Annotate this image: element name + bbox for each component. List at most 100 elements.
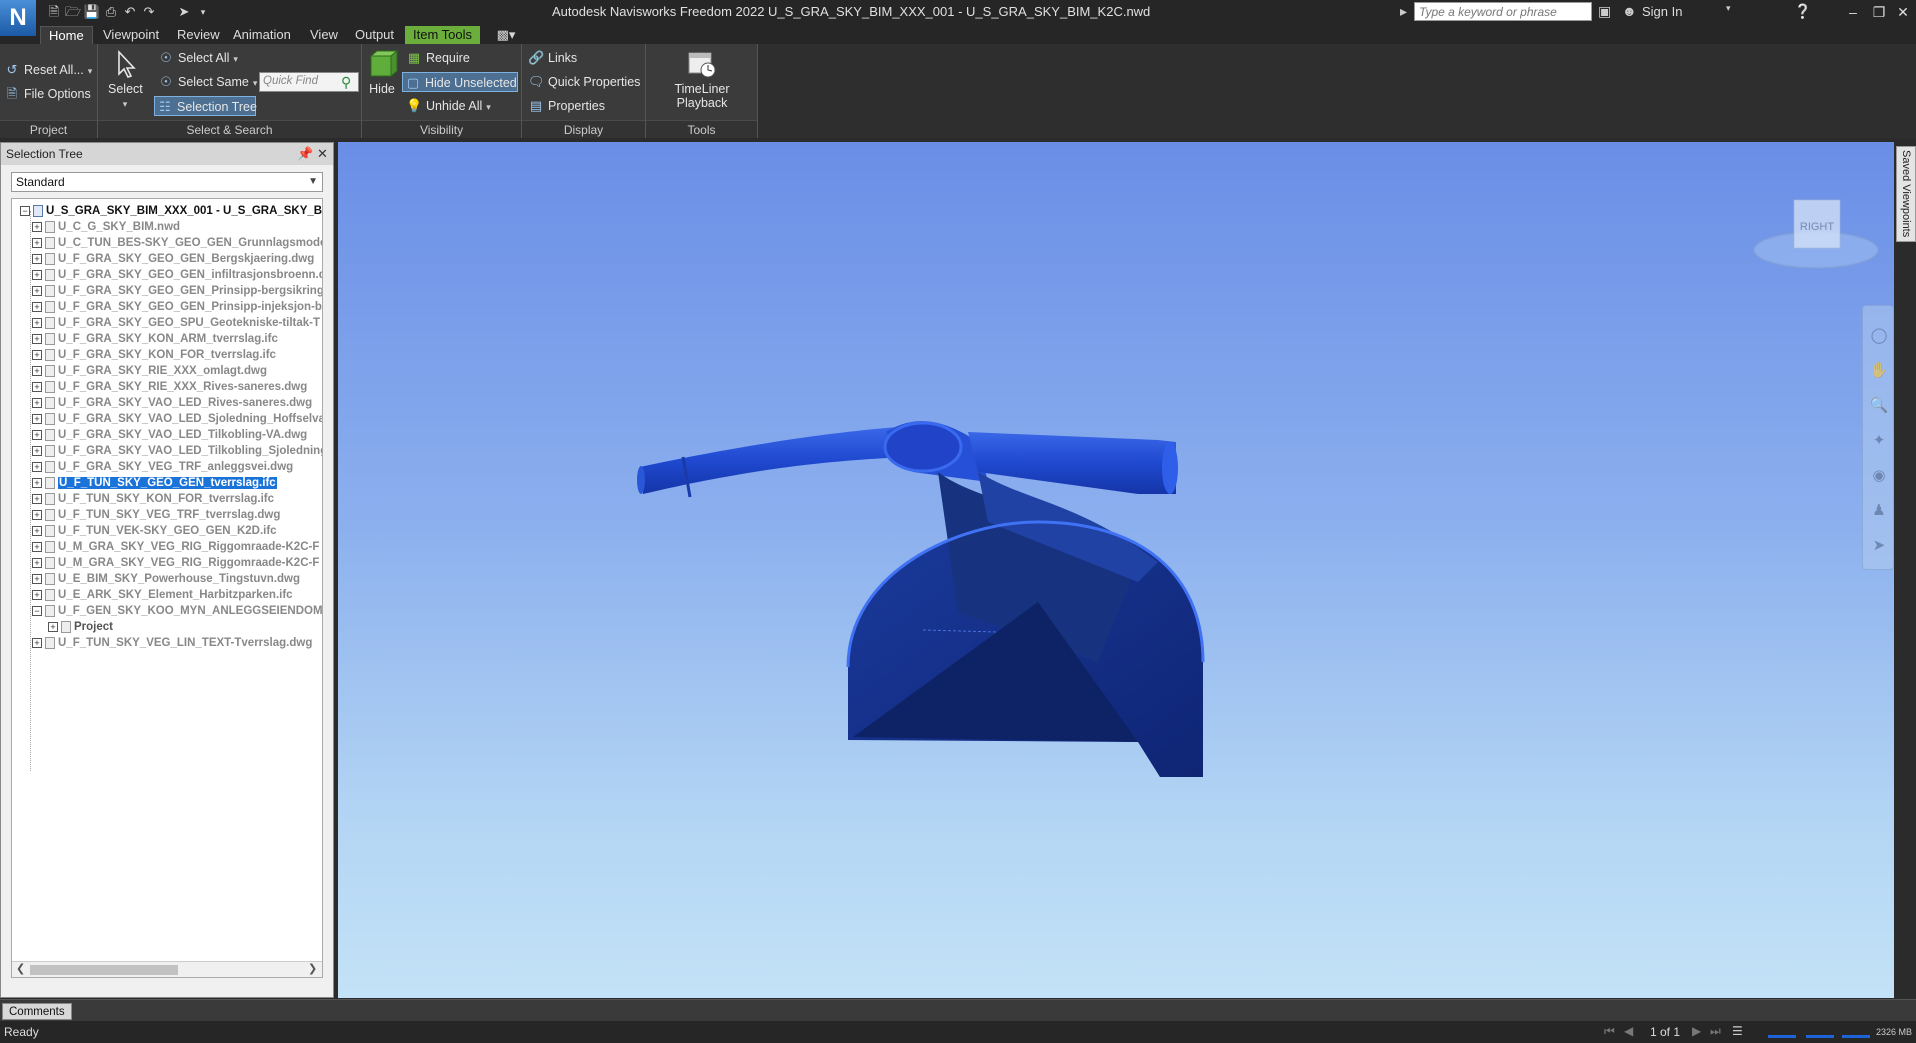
tree-item[interactable]: + U_M_GRA_SKY_VEG_RIG_Riggomraade-K2C-F: [32, 539, 319, 555]
print-icon[interactable]: ⎙: [101, 3, 121, 21]
expand-icon[interactable]: +: [32, 397, 42, 408]
hide-unselected-button[interactable]: ▢ Hide Unselected: [402, 72, 518, 92]
selection-tree-button[interactable]: ☷ Selection Tree: [154, 96, 257, 116]
new-file-icon[interactable]: 🗎: [44, 3, 64, 21]
tab-animation[interactable]: Animation: [225, 26, 299, 44]
properties-button[interactable]: ▤ Properties: [526, 96, 605, 116]
steering-wheel-icon[interactable]: ◯: [1869, 326, 1889, 346]
expand-icon[interactable]: +: [32, 333, 42, 344]
user-icon[interactable]: ☻: [1622, 3, 1637, 19]
expand-icon[interactable]: +: [32, 493, 42, 504]
expand-icon[interactable]: +: [32, 381, 42, 392]
quick-find-search-icon[interactable]: ⚲: [341, 74, 351, 91]
collapse-icon[interactable]: −: [32, 605, 42, 616]
viewcube[interactable]: RIGHT: [1753, 190, 1883, 275]
application-menu-button[interactable]: N: [0, 0, 36, 36]
3d-viewport[interactable]: [338, 142, 1894, 998]
tree-item[interactable]: + U_F_GRA_SKY_GEO_GEN_infiltrasjonsbroenn…: [32, 267, 322, 283]
tree-item[interactable]: + U_F_GRA_SKY_KON_FOR_tverrslag.ifc: [32, 347, 276, 363]
tree-item[interactable]: + U_F_TUN_VEK-SKY_GEO_GEN_K2D.ifc: [32, 523, 277, 539]
sign-in-dropdown-icon[interactable]: ▾: [1726, 3, 1731, 14]
open-file-icon[interactable]: 🗁: [63, 3, 83, 21]
tree-item[interactable]: + U_F_GRA_SKY_RIE_XXX_omlagt.dwg: [32, 363, 267, 379]
tree-item[interactable]: + U_F_GRA_SKY_VAO_LED_Tilkobling-VA.dwg: [32, 427, 307, 443]
links-button[interactable]: 🔗 Links: [526, 48, 577, 68]
timeliner-playback-button[interactable]: TimeLiner Playback: [648, 48, 756, 110]
sign-in-button[interactable]: Sign In: [1642, 4, 1682, 19]
expand-icon[interactable]: +: [32, 269, 42, 280]
tree-item[interactable]: + Project: [48, 619, 113, 635]
require-button[interactable]: ▦ Require: [404, 48, 470, 68]
tree-item[interactable]: + U_F_GRA_SKY_VAO_LED_Rives-saneres.dwg: [32, 395, 312, 411]
expand-icon[interactable]: +: [32, 461, 42, 472]
tree-item[interactable]: + U_F_GRA_SKY_RIE_XXX_Rives-saneres.dwg: [32, 379, 307, 395]
hide-button[interactable]: Hide: [366, 48, 398, 96]
last-sheet-icon[interactable]: ⏭: [1710, 1024, 1721, 1039]
expand-icon[interactable]: +: [32, 477, 42, 488]
expand-icon[interactable]: +: [32, 237, 42, 248]
saved-viewpoints-tab[interactable]: Saved Viewpoints: [1896, 146, 1916, 242]
restore-icon[interactable]: ❐: [1866, 2, 1892, 22]
expand-icon[interactable]: +: [32, 253, 42, 264]
tree-item[interactable]: + U_E_ARK_SKY_Element_Harbitzparken.ifc: [32, 587, 293, 603]
look-icon[interactable]: ◉: [1869, 466, 1889, 486]
select-all-button[interactable]: ☉ Select All ▾: [156, 48, 238, 68]
minimize-icon[interactable]: –: [1840, 2, 1866, 22]
unhide-all-button[interactable]: 💡 Unhide All ▾: [404, 96, 491, 116]
zoom-icon[interactable]: 🔍: [1869, 396, 1889, 416]
tab-item-tools[interactable]: Item Tools: [405, 26, 481, 44]
select-cursor-icon[interactable]: ➤: [174, 3, 194, 21]
expand-icon[interactable]: +: [32, 557, 42, 568]
tree-item[interactable]: + U_F_TUN_SKY_VEG_TRF_tverrslag.dwg: [32, 507, 280, 523]
ribbon-options-icon[interactable]: ▩▾: [496, 26, 516, 44]
expand-icon[interactable]: +: [32, 365, 42, 376]
redo-icon[interactable]: ↷: [139, 3, 159, 21]
expand-icon[interactable]: +: [32, 541, 42, 552]
reset-all-button[interactable]: ↺ Reset All... ▾: [2, 60, 93, 80]
walk-icon[interactable]: ♟: [1869, 501, 1889, 521]
tree-item[interactable]: + U_F_GRA_SKY_GEO_GEN_Prinsipp-injeksjon-…: [32, 299, 322, 315]
tree-item[interactable]: + U_E_BIM_SKY_Powerhouse_Tingstuvn.dwg: [32, 571, 300, 587]
undo-icon[interactable]: ↶: [120, 3, 140, 21]
tab-output[interactable]: Output: [347, 26, 402, 44]
comments-tab[interactable]: Comments: [2, 1003, 72, 1020]
tab-viewpoint[interactable]: Viewpoint: [95, 26, 167, 44]
next-sheet-icon[interactable]: ▶: [1692, 1024, 1701, 1038]
orbit-icon[interactable]: ✦: [1869, 431, 1889, 451]
tree-item[interactable]: + U_F_GRA_SKY_GEO_GEN_Prinsipp-bergsikrin…: [32, 283, 322, 299]
select-button[interactable]: Select ▾: [108, 48, 143, 110]
tree-item[interactable]: + U_F_GRA_SKY_GEO_SPU_Geotekniske-tiltak-…: [32, 315, 320, 331]
expand-icon[interactable]: +: [32, 221, 42, 232]
expand-icon[interactable]: +: [32, 317, 42, 328]
tree-item[interactable]: + U_F_GRA_SKY_VEG_TRF_anleggsvei.dwg: [32, 459, 293, 475]
tab-home[interactable]: Home: [40, 26, 93, 44]
tree-item[interactable]: + U_F_TUN_SKY_GEO_GEN_tverrslag.ifc: [32, 475, 277, 491]
expand-icon[interactable]: +: [32, 573, 42, 584]
expand-icon[interactable]: +: [32, 589, 42, 600]
tree-item[interactable]: + U_F_TUN_SKY_KON_FOR_tverrslag.ifc: [32, 491, 274, 507]
tree-item[interactable]: + U_F_TUN_SKY_VEG_LIN_TEXT-Tverrslag.dwg: [32, 635, 312, 651]
tree-item[interactable]: + U_F_GRA_SKY_GEO_GEN_Bergskjaering.dwg: [32, 251, 314, 267]
search-chevron-icon[interactable]: ▸: [1400, 3, 1407, 20]
tree-root[interactable]: − U_S_GRA_SKY_BIM_XXX_001 - U_S_GRA_SKY_B…: [20, 203, 322, 219]
qat-dropdown-icon[interactable]: ▾: [193, 3, 213, 21]
expand-icon[interactable]: +: [32, 509, 42, 520]
first-sheet-icon[interactable]: ⏮: [1604, 1024, 1615, 1039]
pin-icon[interactable]: 📌: [297, 143, 313, 165]
tree-item[interactable]: + U_F_GRA_SKY_VAO_LED_Tilkobling_Sjoledni…: [32, 443, 322, 459]
tree-item[interactable]: + U_F_GRA_SKY_VAO_LED_Sjoledning_Hoffselv…: [32, 411, 322, 427]
expand-icon[interactable]: +: [48, 621, 58, 632]
expand-icon[interactable]: +: [32, 349, 42, 360]
select-tool-icon[interactable]: ➤: [1869, 536, 1889, 556]
tree-item[interactable]: + U_C_TUN_BES-SKY_GEO_GEN_Grunnlagsmodell: [32, 235, 322, 251]
help-search-input[interactable]: Type a keyword or phrase: [1414, 2, 1592, 21]
pane-close-icon[interactable]: ✕: [317, 143, 328, 165]
pan-hand-icon[interactable]: ✋: [1869, 361, 1889, 381]
horizontal-scrollbar[interactable]: ❮ ❯: [12, 961, 322, 977]
tree-item[interactable]: − U_F_GEN_SKY_KOO_MYN_ANLEGGSEIENDOM_tv: [32, 603, 322, 619]
expand-icon[interactable]: +: [32, 525, 42, 536]
scroll-thumb[interactable]: [30, 965, 178, 975]
expand-icon[interactable]: +: [32, 445, 42, 456]
save-icon[interactable]: 💾: [82, 3, 102, 21]
quick-properties-button[interactable]: 🗨 Quick Properties: [526, 72, 640, 92]
